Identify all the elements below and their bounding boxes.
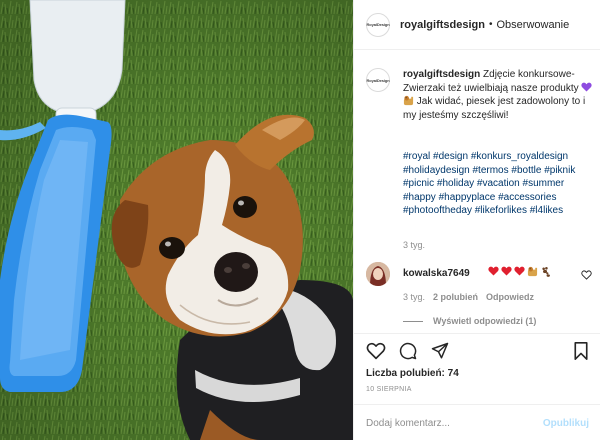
comment-timestamp[interactable]: 3 tyg. [403, 292, 425, 302]
dog-emoji [403, 95, 414, 106]
header-username[interactable]: royalgiftsdesign [400, 19, 485, 31]
comment-like-heart-icon[interactable] [581, 270, 592, 280]
post-header: RoyalDesign royalgiftsdesign • Obserwowa… [354, 0, 600, 50]
caption-body-2: Jak widać, piesek jest zadowolony to i m… [403, 96, 586, 121]
save-button[interactable] [573, 342, 589, 360]
hashtag-list[interactable]: #royal #design #konkurs_royaldesign #hol… [403, 150, 595, 218]
separator-dot: • [488, 19, 493, 30]
post-date[interactable]: 10 SIERPNIA [366, 386, 412, 393]
caption-username[interactable]: royalgiftsdesign [403, 69, 480, 80]
caption-avatar-logo-text: RoyalDesign [366, 77, 390, 83]
likes-count[interactable]: Liczba polubień: 74 [366, 368, 459, 379]
comment-icon[interactable] [398, 342, 418, 360]
red-heart-emoji [488, 266, 499, 276]
caption-timestamp[interactable]: 3 tyg. [403, 240, 425, 250]
share-icon[interactable] [430, 342, 450, 360]
commenter-username[interactable]: kowalska7649 [403, 268, 470, 279]
view-replies-button[interactable]: Wyświetl odpowiedzi (1) [403, 316, 536, 326]
caption-avatar[interactable]: RoyalDesign [366, 68, 390, 92]
following-button[interactable]: Obserwowanie [496, 19, 569, 31]
post-sidebar: RoyalDesign royalgiftsdesign • Obserwowa… [353, 0, 600, 440]
comment-likes[interactable]: 2 polubień [433, 292, 478, 302]
heart-icon[interactable] [366, 342, 386, 360]
post-photo[interactable] [0, 0, 353, 440]
red-heart-emoji [514, 266, 525, 276]
account-avatar[interactable]: RoyalDesign [366, 12, 390, 37]
add-comment-bar: Opublikuj [354, 404, 600, 440]
comment-meta: 3 tyg. 2 polubień Odpowiedz [403, 292, 534, 302]
action-icons [366, 342, 450, 360]
purple-heart-emoji [581, 82, 593, 92]
paw-prints-emoji [542, 267, 550, 277]
dog-emoji [527, 266, 538, 277]
commenter-avatar[interactable] [366, 262, 390, 286]
action-bar: Liczba polubień: 74 10 SIERPNIA Opubliku… [354, 333, 600, 440]
comment-emojis [488, 266, 551, 277]
bookmark-icon[interactable] [573, 342, 589, 360]
red-heart-emoji [501, 266, 512, 276]
comments-area[interactable]: RoyalDesign royalgiftsdesign Zdjęcie kon… [354, 50, 600, 333]
caption-text: royalgiftsdesign Zdjęcie konkursowe- Zwi… [403, 68, 595, 122]
replies-divider [403, 320, 423, 322]
comment-input[interactable] [366, 417, 543, 429]
view-replies-label: Wyświetl odpowiedzi (1) [433, 316, 537, 326]
publish-button[interactable]: Opublikuj [543, 418, 589, 429]
comment-reply-button[interactable]: Odpowiedz [486, 292, 534, 302]
avatar-logo-text: RoyalDesign [366, 22, 390, 27]
